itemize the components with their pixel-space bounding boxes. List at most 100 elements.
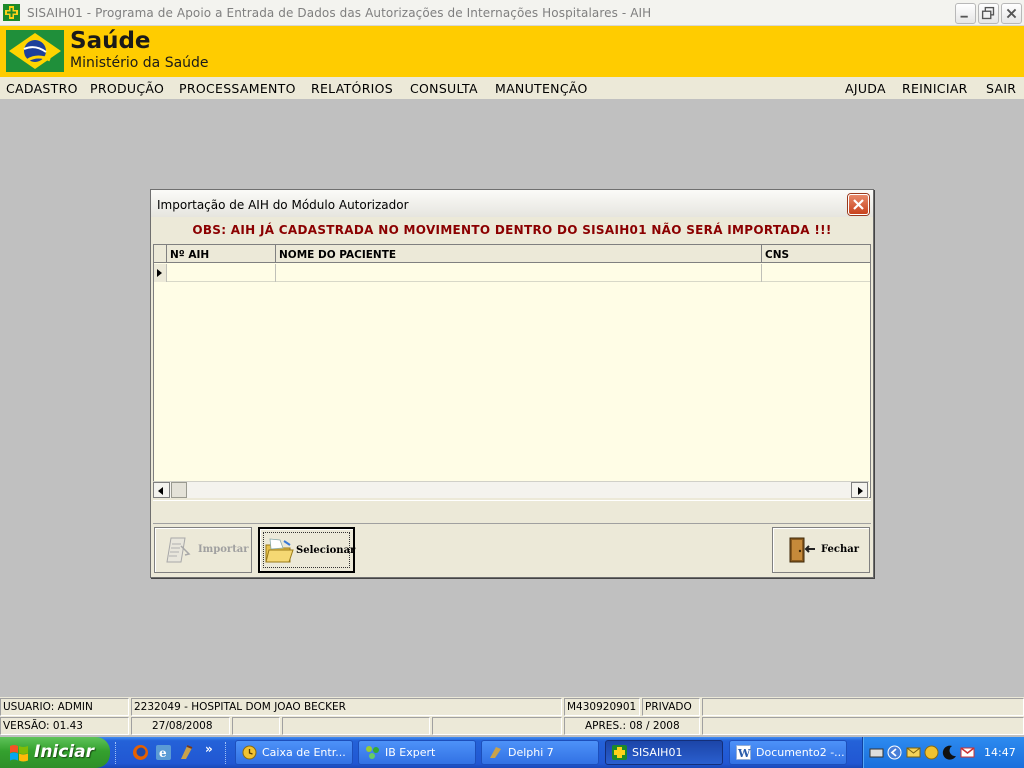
windows-logo-icon bbox=[10, 745, 28, 762]
grid-header: Nº AIH NOME DO PACIENTE CNS bbox=[154, 245, 870, 263]
window-close-button[interactable] bbox=[1001, 3, 1022, 24]
ministry-banner: Saúde Ministério da Saúde bbox=[0, 26, 1024, 77]
close-icon bbox=[1006, 8, 1017, 19]
reminder-clock-icon[interactable] bbox=[924, 745, 939, 760]
status-empty-5 bbox=[702, 717, 1024, 735]
dialog-titlebar: Importação de AIH do Módulo Autorizador bbox=[151, 190, 873, 217]
minimize-icon bbox=[960, 15, 968, 18]
scroll-thumb[interactable] bbox=[171, 482, 187, 498]
system-tray: 14:47 bbox=[862, 737, 1024, 768]
svg-text:e: e bbox=[159, 746, 167, 760]
word-document-icon: W bbox=[736, 745, 751, 760]
window-title: SISAIH01 - Programa de Apoio a Entrada d… bbox=[27, 6, 652, 20]
dialog-status-strip bbox=[153, 500, 871, 524]
start-button[interactable]: Iniciar bbox=[0, 737, 110, 768]
taskbar-separator bbox=[115, 742, 118, 764]
ministry-name: Ministério da Saúde bbox=[70, 55, 209, 71]
import-document-icon bbox=[166, 537, 191, 563]
task-documento2[interactable]: W Documento2 -... bbox=[729, 740, 847, 765]
task-delphi-7[interactable]: Delphi 7 bbox=[481, 740, 599, 765]
status-empty-4 bbox=[432, 717, 562, 735]
row-indicator bbox=[154, 264, 166, 282]
scroll-right-button[interactable] bbox=[851, 482, 868, 498]
open-folder-icon bbox=[265, 538, 294, 563]
column-header-cns[interactable]: CNS bbox=[761, 245, 870, 263]
quicklaunch-more-chevron[interactable]: » bbox=[205, 742, 213, 756]
task-label: Delphi 7 bbox=[508, 746, 554, 759]
selecionar-button[interactable]: Selecionar bbox=[258, 527, 355, 573]
importar-label: Importar bbox=[198, 544, 249, 555]
status-data: 27/08/2008 bbox=[131, 717, 230, 735]
cell-cns[interactable] bbox=[761, 264, 870, 282]
scroll-left-button[interactable] bbox=[153, 482, 170, 498]
column-header-aih[interactable]: Nº AIH bbox=[166, 245, 275, 263]
clock[interactable]: 14:47 bbox=[984, 746, 1016, 759]
status-tipo: PRIVADO bbox=[642, 698, 700, 716]
close-icon bbox=[853, 199, 864, 210]
sus-cross-icon bbox=[3, 4, 20, 21]
dialog-title: Importação de AIH do Módulo Autorizador bbox=[157, 198, 409, 212]
status-usuario: USUARIO: ADMIN bbox=[0, 698, 129, 716]
selecionar-label: Selecionar bbox=[296, 545, 356, 556]
task-label: Caixa de Entr... bbox=[262, 746, 346, 759]
horizontal-scrollbar[interactable] bbox=[153, 481, 869, 498]
window-titlebar: SISAIH01 - Programa de Apoio a Entrada d… bbox=[0, 0, 1024, 26]
firefox-icon[interactable] bbox=[132, 744, 149, 761]
status-codigo: M430920901 bbox=[564, 698, 640, 716]
delphi-icon bbox=[490, 747, 501, 758]
task-label: IB Expert bbox=[385, 746, 436, 759]
delphi-icon[interactable] bbox=[178, 744, 195, 761]
status-versao: VERSÃO: 01.43 bbox=[0, 717, 129, 735]
status-empty-2 bbox=[232, 717, 280, 735]
current-row-arrow-icon bbox=[157, 269, 162, 277]
task-sisaih01[interactable]: SISAIH01 bbox=[605, 740, 723, 765]
brazil-flag-logo bbox=[6, 30, 64, 72]
windows-taskbar: Iniciar e » Caixa de Entr... IB Expert D… bbox=[0, 737, 1024, 768]
menu-relatorios[interactable]: RELATÓRIOS bbox=[311, 81, 393, 96]
svg-text:W: W bbox=[737, 747, 751, 760]
menu-sair[interactable]: SAIR bbox=[986, 81, 1016, 96]
start-label: Iniciar bbox=[34, 742, 95, 762]
task-ib-expert[interactable]: IB Expert bbox=[358, 740, 476, 765]
exit-door-icon bbox=[789, 537, 815, 563]
menu-reiniciar[interactable]: REINICIAR bbox=[902, 81, 968, 96]
dialog-close-button[interactable] bbox=[848, 194, 869, 215]
menu-bar: CADASTRO PRODUÇÃO PROCESSAMENTO RELATÓRI… bbox=[0, 77, 1024, 99]
status-hospital: 2232049 - HOSPITAL DOM JOAO BECKER bbox=[131, 698, 562, 716]
status-empty-1 bbox=[702, 698, 1024, 716]
fechar-label: Fechar bbox=[821, 544, 860, 555]
gmail-notifier-icon[interactable] bbox=[960, 745, 975, 760]
table-row[interactable] bbox=[154, 264, 870, 282]
menu-ajuda[interactable]: AJUDA bbox=[845, 81, 886, 96]
status-empty-3 bbox=[282, 717, 430, 735]
cell-aih[interactable] bbox=[166, 264, 275, 282]
restore-icon bbox=[981, 6, 995, 20]
menu-consulta[interactable]: CONSULTA bbox=[410, 81, 478, 96]
cell-paciente[interactable] bbox=[275, 264, 761, 282]
mail-icon[interactable] bbox=[906, 745, 921, 760]
fechar-button[interactable]: Fechar bbox=[772, 527, 870, 573]
importar-button[interactable]: Importar bbox=[154, 527, 252, 573]
import-dialog: Importação de AIH do Módulo Autorizador … bbox=[150, 189, 874, 578]
moon-icon[interactable] bbox=[942, 745, 957, 760]
restore-button[interactable] bbox=[978, 3, 999, 24]
menu-processamento[interactable]: PROCESSAMENTO bbox=[179, 81, 296, 96]
column-header-paciente[interactable]: NOME DO PACIENTE bbox=[275, 245, 761, 263]
outlook-clock-icon bbox=[242, 745, 257, 760]
show-hidden-icons-icon[interactable] bbox=[887, 745, 902, 760]
brand-title: Saúde bbox=[70, 28, 151, 54]
status-apres: APRES.: 08 / 2008 bbox=[564, 717, 700, 735]
duplicate-warning: OBS: AIH JÁ CADASTRADA NO MOVIMENTO DENT… bbox=[192, 223, 832, 237]
menu-producao[interactable]: PRODUÇÃO bbox=[90, 81, 164, 96]
keyboard-icon[interactable] bbox=[869, 745, 884, 760]
aih-grid[interactable]: Nº AIH NOME DO PACIENTE CNS bbox=[153, 244, 871, 498]
task-label: Documento2 -... bbox=[756, 746, 845, 759]
menu-manutencao[interactable]: MANUTENÇÃO bbox=[495, 81, 588, 96]
internet-explorer-icon[interactable]: e bbox=[155, 744, 172, 761]
minimize-button[interactable] bbox=[955, 3, 976, 24]
menu-cadastro[interactable]: CADASTRO bbox=[6, 81, 78, 96]
task-label: SISAIH01 bbox=[632, 746, 683, 759]
task-caixa-de-entrada[interactable]: Caixa de Entr... bbox=[235, 740, 353, 765]
arrow-left-icon bbox=[158, 487, 163, 495]
ib-expert-icon bbox=[366, 746, 379, 759]
